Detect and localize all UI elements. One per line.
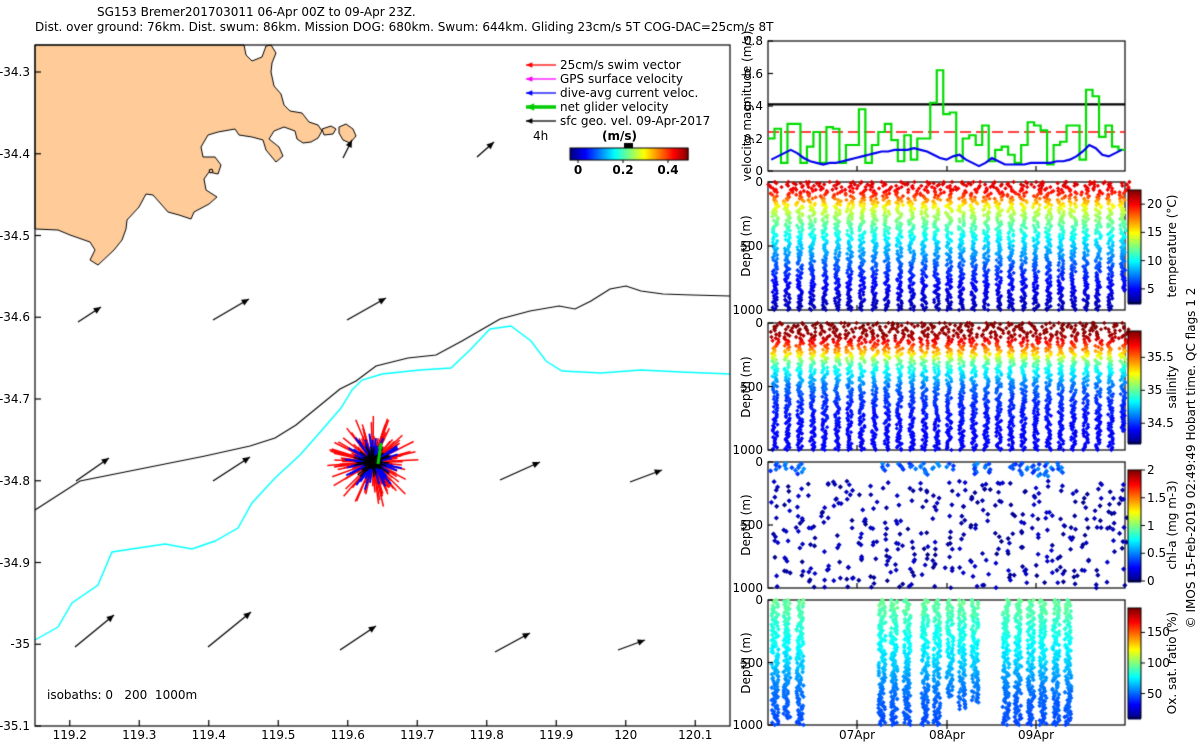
velocity-tick-label: 0.8 bbox=[743, 34, 763, 48]
title-line-2: Dist. over ground: 76km. Dist. swum: 86k… bbox=[35, 20, 774, 34]
depth-tick-label: 0 bbox=[755, 593, 763, 607]
map-lat-tick-label: -34.6 bbox=[0, 310, 30, 325]
velocity-tick-label: 0.6 bbox=[743, 66, 763, 81]
colorbar-tick-label: 35 bbox=[1147, 383, 1163, 398]
colorbar-axis-label: temperature (°C) bbox=[1165, 194, 1179, 298]
legend-cbar-tick-label: 0 bbox=[573, 163, 583, 177]
colorbar-tick-label: 0 bbox=[1147, 574, 1155, 588]
velocity-tick-label: 0.2 bbox=[743, 131, 763, 146]
depth-axis-label: Depth (m) bbox=[739, 631, 753, 694]
colorbar-tick-label: 0.5 bbox=[1147, 546, 1167, 561]
date-tick-label: 09Apr bbox=[1017, 728, 1055, 742]
depth-tick-label: 0 bbox=[755, 455, 763, 469]
legend-item-label: sfc geo. vel. 09-Apr-2017 bbox=[560, 114, 711, 128]
map-lat-tick-label: -34.9 bbox=[0, 555, 30, 570]
legend-colorbar-title: (m/s) bbox=[602, 129, 637, 143]
colorbar-tick-label: 1 bbox=[1147, 518, 1155, 533]
map-lon-tick-label: 119.6 bbox=[330, 728, 365, 742]
map-lon-tick-label: 119.8 bbox=[469, 728, 504, 742]
map-lon-tick-label: 119.3 bbox=[122, 728, 157, 742]
colorbar-tick-label: 2 bbox=[1147, 463, 1155, 477]
map-lon-tick-label: 119.2 bbox=[52, 728, 87, 742]
date-tick-label: 07Apr bbox=[838, 728, 876, 742]
map-lat-tick-label: -34.3 bbox=[0, 65, 30, 79]
legend-item-label: dive-avg current veloc. bbox=[560, 86, 699, 100]
legend-item-label: 25cm/s swim vector bbox=[560, 58, 681, 72]
velocity-tick-label: 0.4 bbox=[743, 99, 763, 113]
depth-tick-label: 1000 bbox=[732, 718, 763, 732]
colorbar-tick-label: 50 bbox=[1147, 686, 1163, 701]
figure-root: SG153 Bremer201703011 06-Apr 00Z to 09-A… bbox=[0, 0, 1200, 750]
map-lat-tick-label: -34.5 bbox=[0, 228, 30, 243]
map-lon-tick-label: 119.4 bbox=[191, 728, 226, 742]
colorbar-tick-label: 10 bbox=[1147, 253, 1163, 268]
depth-tick-label: 0 bbox=[755, 316, 763, 330]
map-lat-tick-label: -34.4 bbox=[0, 146, 30, 161]
legend-time-note: 4h bbox=[533, 129, 549, 143]
colorbar-tick-label: 5 bbox=[1147, 281, 1155, 296]
map-lon-tick-label: 119.9 bbox=[539, 728, 574, 742]
colorbar-tick-label: 15 bbox=[1147, 225, 1163, 240]
map-lon-tick-label: 120 bbox=[614, 728, 638, 742]
colorbar-axis-label: salinity bbox=[1165, 364, 1179, 409]
legend-item-label: net glider velocity bbox=[560, 100, 669, 114]
imos-watermark: © IMOS 15-Feb-2019 02:49:49 Hobart time.… bbox=[1184, 287, 1198, 629]
colorbar-tick-label: 35.5 bbox=[1147, 350, 1174, 365]
map-lat-tick-label: -34.8 bbox=[0, 473, 30, 488]
depth-axis-label: Depth (m) bbox=[739, 494, 753, 556]
legend-cbar-tick-label: 0.4 bbox=[657, 163, 679, 177]
legend-item-label: GPS surface velocity bbox=[560, 72, 684, 86]
depth-axis-label: Depth (m) bbox=[739, 355, 753, 418]
legend-cbar-tick-label: 0.2 bbox=[612, 163, 634, 177]
colorbar-axis-label: Ox. sat. ratio (%) bbox=[1165, 611, 1179, 714]
isobaths-note: isobaths: 0 200 1000m bbox=[47, 688, 198, 702]
colorbar-tick-label: 1.5 bbox=[1147, 490, 1167, 505]
map-lat-tick-label: -34.7 bbox=[0, 392, 30, 406]
depth-tick-label: 1000 bbox=[732, 303, 763, 317]
map-lon-tick-label: 119.5 bbox=[261, 728, 296, 742]
depth-tick-label: 0 bbox=[755, 175, 763, 189]
colorbar-axis-label: chl-a (mg m-3) bbox=[1165, 480, 1179, 570]
title-line-1: SG153 Bremer201703011 06-Apr 00Z to 09-A… bbox=[97, 5, 416, 19]
colorbar-tick-label: 20 bbox=[1147, 197, 1163, 212]
map-lat-tick-label: -35.1 bbox=[0, 719, 30, 733]
date-tick-label: 08Apr bbox=[928, 728, 966, 742]
colorbar-tick-label: 34.5 bbox=[1147, 416, 1174, 431]
depth-axis-label: Depth (m) bbox=[739, 215, 753, 277]
map-lon-tick-label: 119.7 bbox=[400, 728, 435, 742]
map-lat-tick-label: -35 bbox=[10, 637, 30, 652]
map-lon-tick-label: 120.1 bbox=[678, 728, 713, 742]
